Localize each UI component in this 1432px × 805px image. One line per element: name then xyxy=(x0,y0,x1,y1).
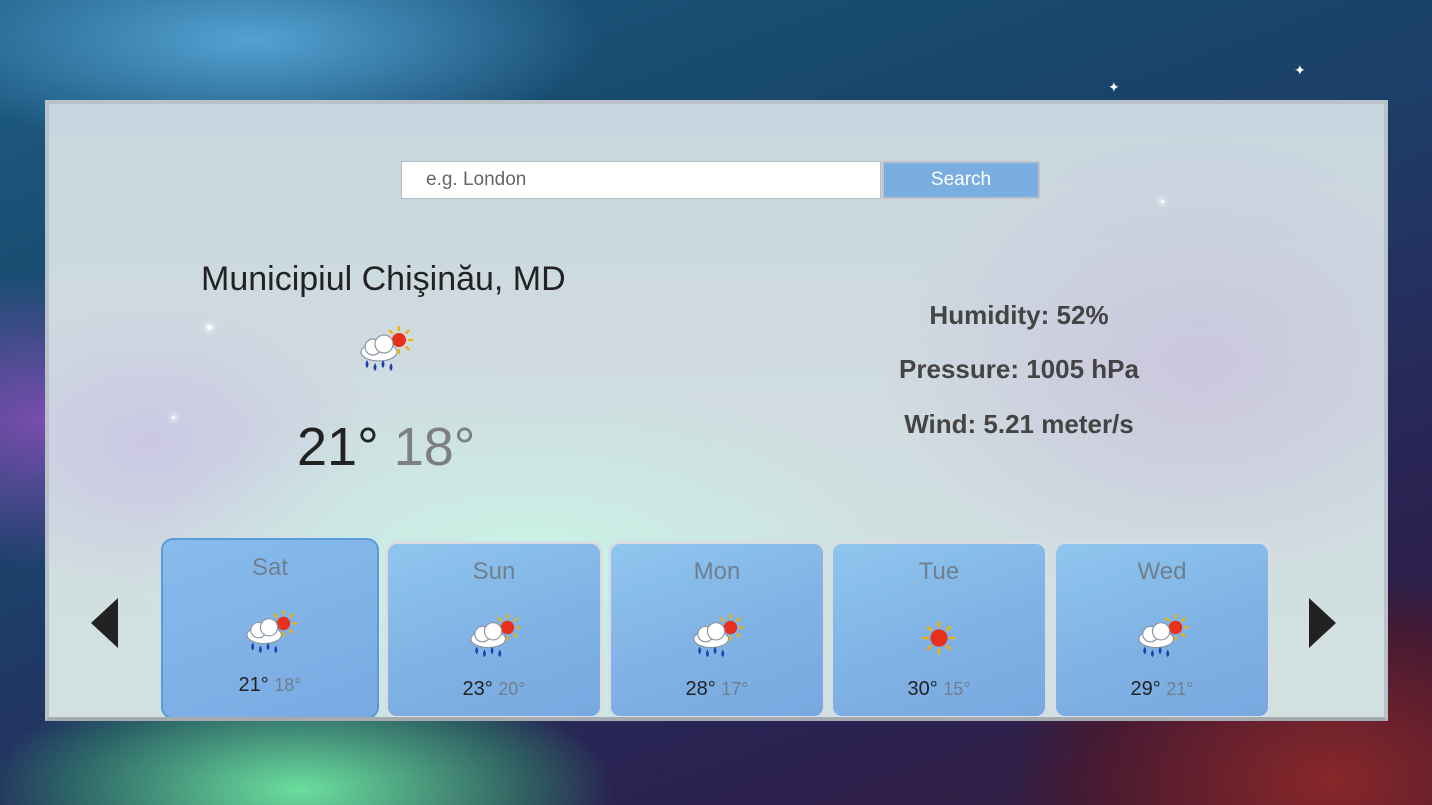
panel-star xyxy=(1161,200,1164,203)
forecast-temperature: 28° 17° xyxy=(611,678,823,701)
forecast-low: 15° xyxy=(943,679,971,699)
search-bar: Search xyxy=(401,161,1040,199)
weather-panel: Search Municipiul Chişinău, MD 21° 18° xyxy=(45,100,1388,721)
forecast-low: 20° xyxy=(498,679,526,699)
current-low: 18° xyxy=(393,417,476,477)
forecast-card[interactable]: Wed 29° 21° xyxy=(1053,541,1271,717)
forecast-high: 30° xyxy=(907,678,938,700)
rain-sun-icon xyxy=(246,610,297,654)
search-button[interactable]: Search xyxy=(882,161,1040,199)
forecast-day: Tue xyxy=(918,558,960,585)
forecast-card[interactable]: Tue 30° 15° xyxy=(830,541,1048,717)
pressure: Pressure: 1005 hPa xyxy=(899,354,1139,384)
forecast-high: 29° xyxy=(1130,678,1161,700)
forecast-day: Sun xyxy=(472,558,516,585)
forecast-high: 23° xyxy=(462,678,493,700)
forecast-card[interactable]: Mon 28° 17° xyxy=(608,541,826,717)
forecast-temperature: 30° 15° xyxy=(833,678,1045,701)
humidity: Humidity: 52% xyxy=(929,300,1109,330)
next-arrow-icon[interactable] xyxy=(1309,598,1336,648)
search-input[interactable] xyxy=(401,161,881,199)
forecast-temperature: 21° 18° xyxy=(163,674,377,697)
rain-sun-icon xyxy=(360,326,414,371)
forecast-low: 17° xyxy=(721,679,749,699)
rain-sun-icon xyxy=(1138,614,1189,658)
background-star: ✦ xyxy=(1108,79,1120,95)
panel-star xyxy=(207,325,212,330)
city-name: Municipiul Chişinău, MD xyxy=(201,260,566,298)
current-temperature: 21° 18° xyxy=(297,416,475,478)
rain-sun-icon xyxy=(693,614,744,658)
forecast-day: Wed xyxy=(1137,558,1187,585)
forecast-day: Sat xyxy=(251,554,289,581)
forecast-high: 21° xyxy=(238,674,269,696)
background-star: ✦ xyxy=(1294,62,1306,78)
previous-arrow-icon[interactable] xyxy=(91,598,118,648)
current-high: 21° xyxy=(297,417,379,477)
forecast-card[interactable]: Sat 21° 18° xyxy=(161,538,379,717)
forecast-high: 28° xyxy=(685,678,716,700)
forecast-card[interactable]: Sun 23° 20° xyxy=(385,541,603,717)
forecast-temperature: 23° 20° xyxy=(388,678,600,701)
forecast-low: 18° xyxy=(274,675,302,695)
wind: Wind: 5.21 meter/s xyxy=(904,409,1134,439)
forecast-low: 21° xyxy=(1166,679,1194,699)
rain-sun-icon xyxy=(470,614,521,658)
forecast-temperature: 29° 21° xyxy=(1056,678,1268,701)
panel-star xyxy=(172,416,175,419)
forecast-day: Mon xyxy=(693,558,741,585)
sun-icon xyxy=(922,621,956,655)
